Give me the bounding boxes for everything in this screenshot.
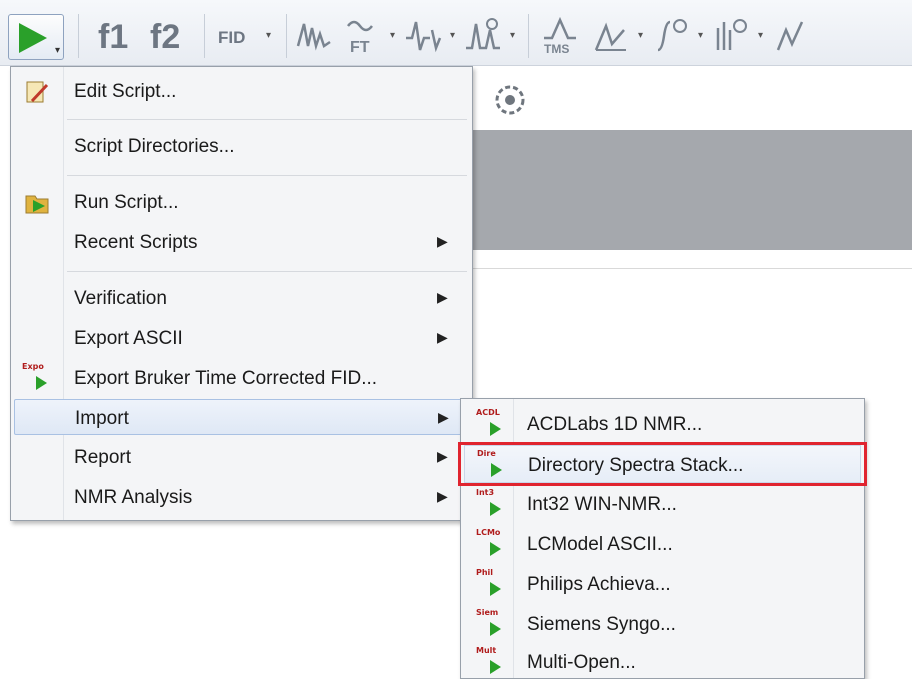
submenu-item-label: Int32 WIN-NMR...	[527, 494, 677, 515]
fid-button[interactable]: FID	[218, 28, 245, 48]
baseline-correction-icon[interactable]	[464, 16, 504, 56]
settings-gear-icon[interactable]	[492, 82, 528, 118]
chevron-down-icon[interactable]: ▾	[266, 30, 271, 41]
phase-correction-icon[interactable]	[404, 16, 444, 56]
menu-item-nmr-analysis[interactable]: NMR Analysis ▶	[14, 479, 469, 515]
export-bruker-icon: Expo	[22, 362, 48, 390]
menu-item-import[interactable]: Import ▶	[14, 399, 469, 435]
submenu-item-philips-achieva[interactable]: Phil Philips Achieva...	[464, 565, 861, 603]
run-script-icon	[25, 195, 49, 214]
toolbar-divider	[78, 14, 79, 58]
multi-open-import-icon: Mult	[476, 646, 506, 678]
philips-import-icon: Phil	[476, 568, 506, 600]
menu-item-report[interactable]: Report ▶	[14, 439, 469, 475]
background-panel	[470, 130, 912, 250]
menu-item-label: Report	[74, 447, 132, 468]
fourier-transform-icon[interactable]: FT	[344, 16, 384, 56]
menu-item-export-bruker[interactable]: Expo Export Bruker Time Corrected FID...	[14, 360, 469, 396]
chevron-down-icon[interactable]: ▾	[638, 30, 643, 41]
menu-item-label: Script Directories...	[74, 136, 235, 157]
menu-item-label: Edit Script...	[74, 81, 177, 102]
submenu-item-label: ACDLabs 1D NMR...	[527, 414, 703, 435]
menu-item-label: Export ASCII	[74, 328, 183, 349]
peak-picking-icon[interactable]	[592, 16, 632, 56]
menu-separator	[67, 119, 467, 120]
submenu-arrow-icon: ▶	[437, 289, 448, 305]
submenu-item-acdlabs[interactable]: ACDL ACDLabs 1D NMR...	[464, 405, 861, 443]
chevron-down-icon[interactable]: ▾	[758, 30, 763, 41]
submenu-arrow-icon: ▶	[437, 488, 448, 504]
analysis-tool-icon[interactable]	[772, 16, 812, 56]
menu-item-label: Export Bruker Time Corrected FID...	[74, 368, 378, 389]
menu-item-label: Recent Scripts	[74, 232, 198, 253]
menu-item-export-ascii[interactable]: Export ASCII ▶	[14, 320, 469, 356]
chevron-down-icon[interactable]: ▾	[450, 30, 455, 41]
submenu-item-multi-open[interactable]: Mult Multi-Open...	[464, 643, 861, 679]
menu-item-label: Import	[75, 408, 129, 429]
menu-item-script-directories[interactable]: Script Directories...	[14, 128, 469, 164]
f1-button[interactable]: f1	[98, 18, 128, 57]
multiplet-analysis-icon[interactable]	[712, 16, 752, 56]
chevron-down-icon[interactable]: ▾	[698, 30, 703, 41]
run-play-icon	[19, 23, 47, 53]
import-submenu: ACDL ACDLabs 1D NMR... Dire Directory Sp…	[460, 398, 865, 679]
lcmodel-import-icon: LCMo	[476, 528, 506, 560]
script-menu: Edit Script... Script Directories... Run…	[10, 66, 473, 521]
siemens-import-icon: Siem	[476, 608, 506, 640]
submenu-item-lcmodel-ascii[interactable]: LCMo LCModel ASCII...	[464, 525, 861, 563]
toolbar-divider	[528, 14, 529, 58]
main-toolbar: ▾ f1 f2 FID ▾ FT ▾ ▾ ▾ TMS ▾ ▾ ▾	[0, 0, 912, 66]
chevron-down-icon[interactable]: ▾	[510, 30, 515, 41]
menu-item-run-script[interactable]: Run Script...	[14, 184, 469, 220]
menu-separator	[67, 271, 467, 272]
menu-separator	[67, 175, 467, 176]
submenu-item-label: Philips Achieva...	[527, 574, 671, 595]
menu-item-recent-scripts[interactable]: Recent Scripts ▶	[14, 224, 469, 260]
edit-script-icon	[26, 81, 49, 103]
menu-item-verification[interactable]: Verification ▶	[14, 280, 469, 316]
acdlabs-import-icon: ACDL	[476, 408, 506, 440]
menu-item-label: NMR Analysis	[74, 487, 193, 508]
submenu-arrow-icon: ▶	[438, 409, 449, 425]
toolbar-divider	[204, 14, 205, 58]
svg-text:FT: FT	[350, 39, 370, 56]
f2-button[interactable]: f2	[150, 18, 180, 57]
tms-reference-icon[interactable]: TMS	[540, 16, 580, 56]
run-script-button[interactable]: ▾	[8, 14, 64, 60]
svg-text:TMS: TMS	[544, 42, 569, 56]
menu-item-label: Run Script...	[74, 192, 179, 213]
chevron-down-icon[interactable]: ▾	[390, 30, 395, 41]
divider	[470, 268, 912, 269]
submenu-item-label: Siemens Syngo...	[527, 614, 676, 635]
integration-icon[interactable]	[652, 16, 692, 56]
submenu-arrow-icon: ▶	[437, 448, 448, 464]
toolbar-divider	[286, 14, 287, 58]
submenu-arrow-icon: ▶	[437, 329, 448, 345]
int32-import-icon: Int3	[476, 488, 506, 520]
highlight-annotation	[458, 442, 867, 486]
submenu-arrow-icon: ▶	[437, 233, 448, 249]
submenu-item-int32-win-nmr[interactable]: Int3 Int32 WIN-NMR...	[464, 485, 861, 523]
fid-signal-icon[interactable]	[296, 16, 336, 56]
submenu-item-siemens-syngo[interactable]: Siem Siemens Syngo...	[464, 605, 861, 643]
submenu-item-label: LCModel ASCII...	[527, 534, 673, 555]
chevron-down-icon[interactable]: ▾	[55, 45, 60, 56]
menu-item-edit-script[interactable]: Edit Script...	[14, 73, 469, 109]
menu-item-label: Verification	[74, 288, 167, 309]
submenu-item-label: Multi-Open...	[527, 652, 636, 673]
